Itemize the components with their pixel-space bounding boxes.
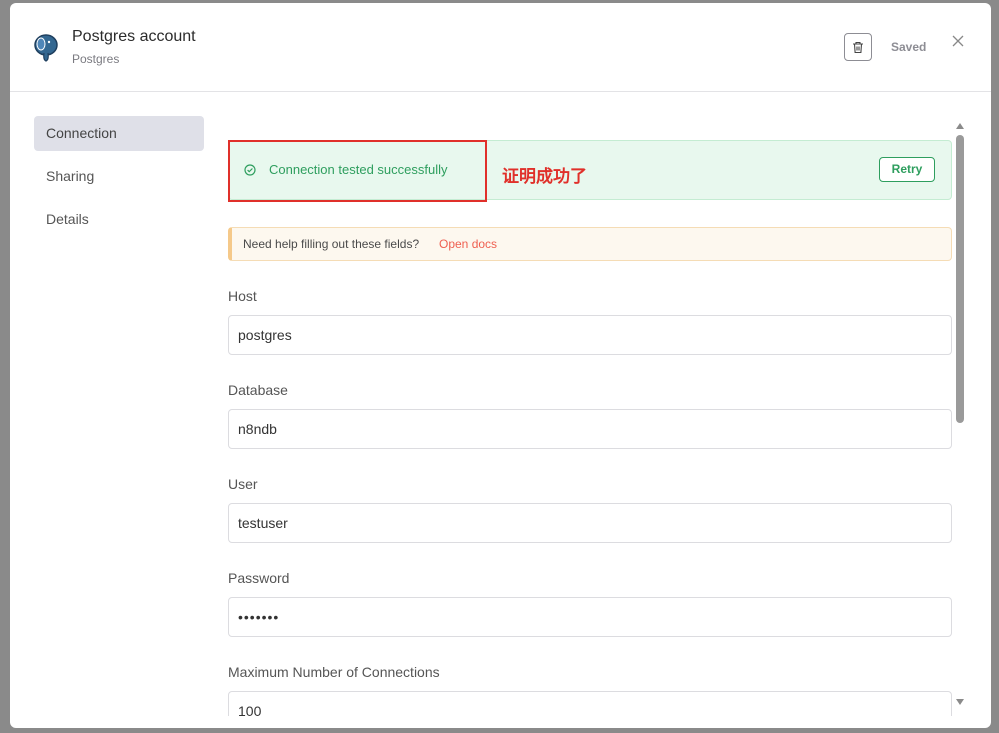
connection-form: Connection tested successfully 证明成功了 Ret… [228, 116, 952, 716]
scroll-up-icon[interactable] [956, 123, 964, 129]
credential-modal: Postgres account Postgres Saved Connecti… [10, 3, 991, 728]
retry-button[interactable]: Retry [879, 157, 935, 182]
max-connections-label: Maximum Number of Connections [228, 664, 440, 680]
open-docs-link[interactable]: Open docs [439, 237, 497, 251]
user-label: User [228, 476, 258, 492]
scroll-down-icon[interactable] [956, 699, 964, 705]
host-input[interactable]: postgres [228, 315, 952, 355]
modal-header: Postgres account Postgres Saved [10, 3, 991, 92]
host-label: Host [228, 288, 257, 304]
delete-button[interactable] [844, 33, 872, 61]
database-input[interactable]: n8ndb [228, 409, 952, 449]
password-label: Password [228, 570, 290, 586]
scrollbar[interactable] [954, 123, 966, 713]
sidebar: Connection Sharing Details [34, 116, 204, 245]
max-connections-input[interactable]: 100 [228, 691, 952, 716]
annotation-text: 证明成功了 [502, 167, 587, 186]
modal-title: Postgres account [72, 28, 196, 45]
sidebar-item-connection[interactable]: Connection [34, 116, 204, 151]
scroll-thumb[interactable] [956, 135, 964, 423]
database-label: Database [228, 382, 288, 398]
password-input[interactable]: ••••••• [228, 597, 952, 637]
help-text: Need help filling out these fields? [243, 237, 420, 251]
user-input[interactable]: testuser [228, 503, 952, 543]
sidebar-item-sharing[interactable]: Sharing [34, 159, 204, 194]
postgres-elephant-icon [34, 34, 58, 62]
trash-icon [853, 41, 863, 53]
saved-status: Saved [891, 40, 927, 54]
sidebar-item-details[interactable]: Details [34, 202, 204, 237]
close-button[interactable] [950, 33, 966, 49]
close-icon [952, 35, 964, 47]
modal-subtitle: Postgres [72, 52, 120, 66]
annotation-box [228, 140, 487, 202]
